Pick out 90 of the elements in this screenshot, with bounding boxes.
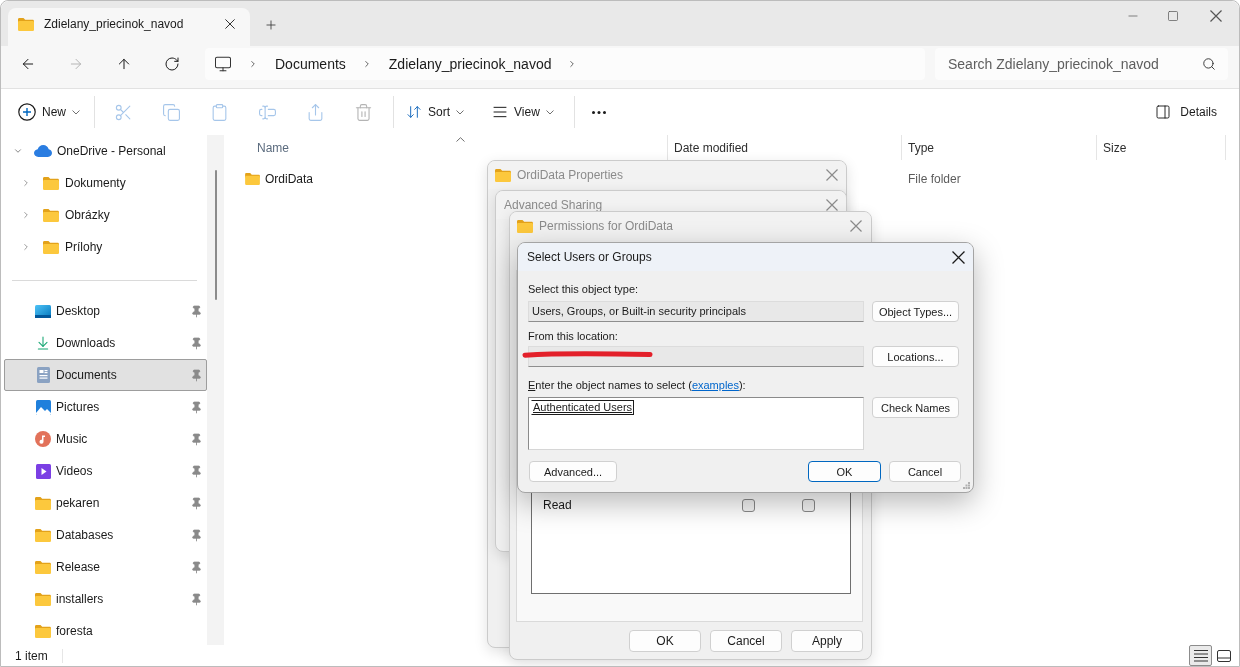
quick-access-item[interactable]: pekaren: [4, 487, 207, 519]
breadcrumb[interactable]: Documents: [275, 56, 346, 72]
close-button[interactable]: [952, 250, 965, 264]
deny-checkbox[interactable]: [802, 498, 815, 512]
quick-access-item[interactable]: Music: [4, 423, 207, 455]
plus-icon: [264, 18, 278, 32]
search-field[interactable]: Search Zdielany_priecinok_navod: [935, 48, 1228, 80]
tree-item[interactable]: OneDrive - Personal: [4, 135, 207, 167]
folder-icon: [35, 496, 51, 510]
close-icon: [1210, 10, 1222, 22]
chevron-right-icon[interactable]: [21, 209, 31, 221]
quick-access-item[interactable]: Documents: [4, 359, 207, 391]
tab[interactable]: Zdielany_priecinok_navod: [8, 8, 250, 46]
file-type: File folder: [908, 172, 961, 186]
item-count: 1 item: [15, 648, 48, 663]
dialog-title: OrdiData Properties: [517, 168, 624, 182]
maximize-icon: [1167, 10, 1179, 22]
column-header[interactable]: Name: [224, 135, 667, 160]
object-names-input[interactable]: Authenticated Users: [528, 397, 864, 450]
details-button[interactable]: Details: [1147, 96, 1225, 128]
chevron-right-icon[interactable]: [21, 241, 31, 253]
cancel-button[interactable]: Cancel: [889, 461, 961, 482]
tree-item[interactable]: Obrázky: [4, 199, 207, 231]
quick-access-item[interactable]: Databases: [4, 519, 207, 551]
folder-icon: [43, 240, 59, 254]
file-name[interactable]: OrdiData: [265, 172, 314, 186]
dialog-button[interactable]: OK: [629, 630, 701, 652]
ok-button[interactable]: OK: [808, 461, 881, 482]
dialog-button[interactable]: Apply: [791, 630, 863, 652]
document-icon: [36, 367, 50, 383]
quick-access-item[interactable]: Pictures: [4, 391, 207, 423]
quick-access-item[interactable]: Videos: [4, 455, 207, 487]
quick-access-item[interactable]: installers: [4, 583, 207, 615]
folder-icon: [35, 528, 51, 542]
cloud-icon: [34, 145, 52, 157]
quick-access-item[interactable]: foresta: [4, 615, 207, 645]
quick-access-item[interactable]: Desktop: [4, 295, 207, 327]
folder-icon: [43, 208, 59, 222]
list-lines-icon: [1193, 649, 1208, 662]
close-icon: [952, 250, 965, 264]
breadcrumb[interactable]: Zdielany_priecinok_navod: [388, 56, 552, 72]
folder-icon: [18, 17, 34, 31]
dialog-title: Advanced Sharing: [504, 198, 603, 212]
locations-button[interactable]: Locations...: [872, 346, 959, 367]
dialog-button[interactable]: Cancel: [710, 630, 782, 652]
object-types-button[interactable]: Object Types...: [872, 301, 959, 322]
new-button[interactable]: New: [12, 96, 88, 128]
tree-item[interactable]: Prílohy: [4, 231, 207, 263]
folder-icon: [43, 176, 59, 190]
column-header[interactable]: Type: [901, 135, 1096, 160]
advanced-button[interactable]: Advanced...: [529, 461, 617, 482]
picture-icon: [35, 399, 51, 415]
allow-checkbox[interactable]: [742, 498, 755, 512]
details-view-button[interactable]: [1189, 645, 1212, 666]
field-label: Select this object type:: [528, 282, 639, 297]
chevron-right-icon: [248, 59, 258, 69]
close-icon: [826, 169, 838, 181]
resize-grip-icon[interactable]: [963, 482, 970, 489]
details-pane-icon: [1155, 104, 1172, 120]
close-icon: [225, 19, 235, 29]
sort-button[interactable]: Sort: [398, 96, 473, 128]
folder-icon: [245, 173, 260, 185]
dialog-title: Select Users or Groups: [527, 250, 652, 264]
field-label: Enter the object names to select (examples):: [528, 378, 746, 393]
download-icon: [35, 335, 51, 351]
column-header[interactable]: Size: [1096, 135, 1226, 160]
dialog-title: Permissions for OrdiData: [539, 219, 674, 233]
close-icon: [850, 220, 862, 232]
field-label: From this location:: [528, 329, 618, 344]
quick-access-item[interactable]: Release: [4, 551, 207, 583]
view-button[interactable]: View: [484, 96, 568, 128]
quick-access-item[interactable]: Downloads: [4, 327, 207, 359]
object-type-field[interactable]: Users, Groups, or Built-in security principals: [528, 301, 864, 322]
permission-name: Read: [543, 498, 572, 512]
computer-icon: [214, 55, 232, 73]
video-icon: [35, 463, 51, 479]
chevron-right-icon[interactable]: [21, 177, 31, 189]
desktop-icon: [35, 304, 51, 318]
tiles-icon: [1216, 649, 1231, 662]
folder-icon: [35, 624, 51, 638]
scrollbar[interactable]: [207, 135, 224, 645]
search-icon: [1202, 57, 1216, 71]
check-names-button[interactable]: Check Names: [872, 397, 959, 418]
close-icon: [826, 199, 838, 211]
tree-item[interactable]: Dokumenty: [4, 167, 207, 199]
address-bar[interactable]: Documents Zdielany_priecinok_navod: [205, 48, 925, 80]
sort-caret-icon: [456, 137, 465, 142]
music-note-icon: [35, 431, 51, 447]
folder-icon: [35, 592, 51, 606]
folder-icon: [35, 560, 51, 574]
